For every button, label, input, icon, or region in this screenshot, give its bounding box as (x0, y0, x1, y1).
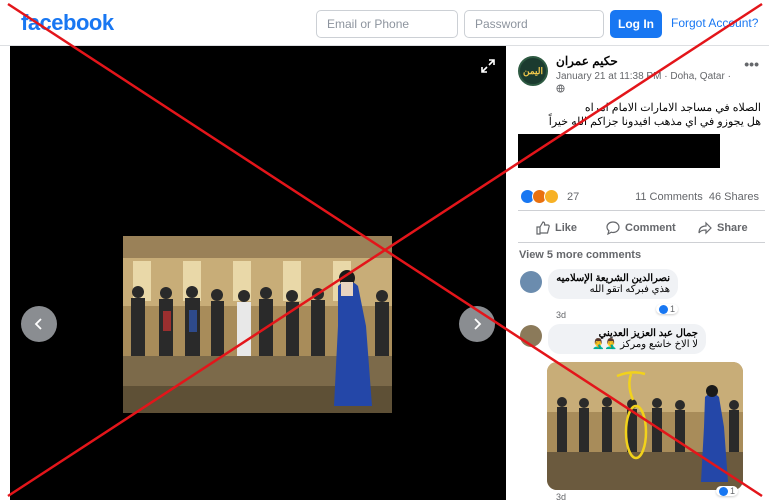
photo-viewer (10, 46, 506, 500)
comment-like-badge[interactable]: 1 (656, 304, 679, 314)
next-photo-button[interactable] (459, 306, 495, 342)
comment-label: Comment (625, 222, 676, 234)
comment-time[interactable]: 3d (556, 492, 566, 502)
wow-reaction-icon (544, 189, 559, 204)
post-caption: الصلاه في مساجد الامارات الامام امراه هل… (549, 101, 761, 129)
share-button[interactable]: Share (698, 221, 748, 235)
comment-like-count: 1 (730, 486, 736, 496)
like-button[interactable]: Like (536, 221, 577, 235)
caption-line-2: هل يجوزو في اي مذهب افيدونا جزاكم الله خ… (548, 116, 761, 128)
comment-text: لا الاخ خاشع ومركز 🤦‍♂️🤦‍♂️ (592, 339, 698, 350)
meta-separator-2: · (727, 71, 731, 82)
chevron-left-icon (34, 318, 42, 330)
author-name[interactable]: حكيم عمران (556, 54, 618, 68)
like-icon (536, 221, 550, 235)
shares-count[interactable]: 46 Shares (709, 191, 759, 203)
comment-photo[interactable] (547, 362, 743, 490)
share-icon (698, 221, 712, 235)
like-label: Like (555, 222, 578, 234)
comment-time[interactable]: 3d (556, 310, 566, 320)
post-location[interactable]: Doha, Qatar (670, 71, 724, 82)
comment-bubble: نصرالدين الشريعة الإسلاميه هذي فبركه اتق… (548, 269, 678, 299)
view-more-comments-link[interactable]: View 5 more comments (519, 249, 641, 261)
post-photo[interactable] (123, 236, 392, 413)
comment-like-badge[interactable]: 1 (716, 486, 739, 496)
share-label: Share (717, 222, 748, 234)
redaction-block (518, 134, 720, 168)
post-meta: January 21 at 11:38 PM · Doha, Qatar · (556, 71, 731, 82)
commenter-avatar[interactable] (520, 271, 542, 293)
forgot-account-link[interactable]: Forgot Account? (671, 16, 758, 30)
like-reaction-icon (719, 486, 728, 496)
reaction-icons[interactable] (520, 189, 559, 204)
comment-bubble: جمال عبد العزيز العديني لا الاخ خاشع ومر… (548, 324, 706, 354)
author-avatar[interactable]: اليمن (518, 56, 548, 86)
facebook-logo[interactable]: facebook (21, 10, 114, 36)
chevron-right-icon (474, 318, 482, 330)
comments-count[interactable]: 11 Comments (635, 191, 703, 203)
comment-text: هذي فبركه اتقو الله (589, 284, 670, 295)
avatar-text: اليمن (522, 65, 543, 76)
password-field[interactable] (464, 10, 604, 38)
login-button[interactable]: Log In (610, 10, 662, 38)
divider (518, 242, 765, 243)
previous-photo-button[interactable] (21, 306, 57, 342)
comment-icon (606, 221, 620, 235)
commenter-name[interactable]: جمال عبد العزيز العديني (556, 328, 698, 339)
expand-icon[interactable] (480, 58, 496, 74)
reaction-count[interactable]: 27 (567, 191, 579, 203)
comment-button[interactable]: Comment (606, 221, 676, 235)
engagement-counts: 11 Comments 46 Shares (635, 191, 759, 203)
email-field[interactable] (316, 10, 458, 38)
commenter-avatar[interactable] (520, 325, 542, 347)
top-bar: facebook Log In Forgot Account? (0, 0, 769, 46)
globe-icon (556, 84, 565, 93)
commenter-name[interactable]: نصرالدين الشريعة الإسلاميه (556, 273, 670, 284)
meta-separator: · (664, 71, 668, 82)
comment-like-count: 1 (670, 304, 676, 314)
divider (518, 210, 765, 211)
more-icon[interactable]: ••• (744, 56, 759, 72)
like-reaction-icon (659, 304, 668, 314)
post-panel: اليمن حكيم عمران January 21 at 11:38 PM … (506, 46, 769, 502)
post-date[interactable]: January 21 at 11:38 PM (556, 71, 661, 82)
caption-line-1: الصلاه في مساجد الامارات الامام امراه (584, 102, 761, 114)
